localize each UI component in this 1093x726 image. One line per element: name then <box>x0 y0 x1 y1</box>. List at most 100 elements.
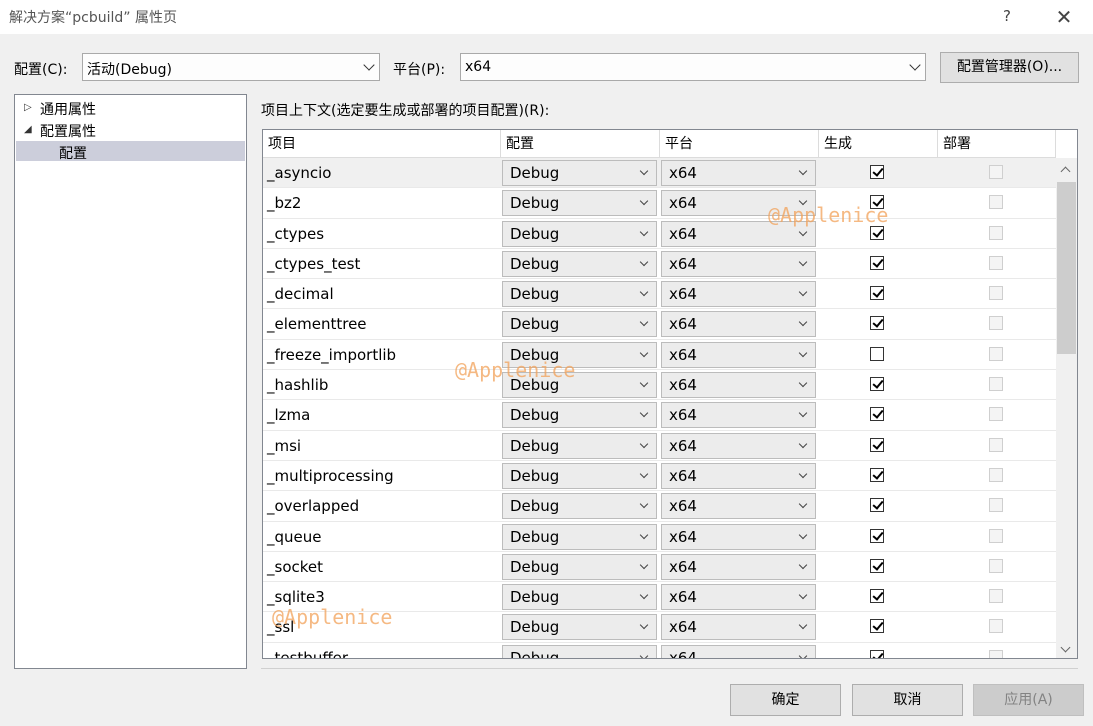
expand-arrow-icon[interactable]: ▷ <box>24 102 32 113</box>
row-config-dropdown[interactable]: Debug <box>502 190 657 217</box>
build-checkbox[interactable] <box>870 225 884 240</box>
build-checkbox[interactable] <box>870 407 884 422</box>
table-row[interactable]: _freeze_importlib Debug x64 <box>263 340 1056 371</box>
row-platform-value: x64 <box>669 224 697 243</box>
row-config-dropdown[interactable]: Debug <box>502 311 657 338</box>
project-name: _ctypes_test <box>267 254 361 273</box>
row-platform-dropdown[interactable]: x64 <box>661 160 816 186</box>
ok-button[interactable]: 确定 <box>730 684 841 716</box>
row-platform-dropdown[interactable]: x64 <box>661 402 816 429</box>
row-platform-dropdown[interactable]: x64 <box>661 553 816 580</box>
watermark: @Applenice <box>272 605 393 629</box>
row-config-value: Debug <box>510 285 560 304</box>
row-config-dropdown[interactable]: Debug <box>502 644 657 658</box>
row-config-value: Debug <box>510 164 560 182</box>
row-config-value: Debug <box>510 588 560 607</box>
build-checkbox[interactable] <box>870 498 884 513</box>
vertical-scrollbar[interactable] <box>1056 158 1077 658</box>
row-config-dropdown[interactable]: Debug <box>502 553 657 580</box>
build-checkbox[interactable] <box>870 589 884 604</box>
row-platform-dropdown[interactable]: x64 <box>661 372 816 399</box>
row-platform-dropdown[interactable]: x64 <box>661 432 816 459</box>
table-row[interactable]: _elementtree Debug x64 <box>263 309 1056 340</box>
apply-button[interactable]: 应用(A) <box>973 684 1084 716</box>
chevron-down-icon <box>363 59 375 71</box>
cancel-button[interactable]: 取消 <box>852 684 963 716</box>
config-manager-button[interactable]: 配置管理器(O)... <box>940 52 1079 83</box>
row-config-dropdown[interactable]: Debug <box>502 402 657 429</box>
close-button[interactable]: ✕ <box>1046 0 1082 34</box>
row-config-dropdown[interactable]: Debug <box>502 250 657 277</box>
deploy-checkbox <box>989 649 1003 658</box>
build-checkbox[interactable] <box>870 649 884 658</box>
row-platform-dropdown[interactable]: x64 <box>661 250 816 277</box>
row-platform-value: x64 <box>669 527 697 546</box>
table-row[interactable]: _msi Debug x64 <box>263 431 1056 461</box>
table-row[interactable]: _bz2 Debug x64 <box>263 188 1056 219</box>
platform-dropdown[interactable]: x64 <box>460 53 926 81</box>
project-name: _testbuffer <box>267 648 349 659</box>
scroll-up-icon[interactable] <box>1060 166 1071 177</box>
chevron-down-icon <box>639 166 649 176</box>
tree-item-common-properties[interactable]: 通用属性 <box>40 99 96 119</box>
build-checkbox[interactable] <box>870 437 884 452</box>
table-row[interactable]: _decimal Debug x64 <box>263 279 1056 310</box>
deploy-checkbox <box>989 346 1003 361</box>
table-row[interactable]: _ctypes Debug x64 <box>263 219 1056 249</box>
config-dropdown[interactable]: 活动(Debug) <box>82 53 380 81</box>
build-checkbox[interactable] <box>870 346 884 361</box>
row-platform-dropdown[interactable]: x64 <box>661 644 816 658</box>
build-checkbox[interactable] <box>870 255 884 270</box>
build-checkbox[interactable] <box>870 286 884 301</box>
row-config-dropdown[interactable]: Debug <box>502 523 657 550</box>
row-config-dropdown[interactable]: Debug <box>502 220 657 247</box>
row-config-dropdown[interactable]: Debug <box>502 281 657 308</box>
grid-header: 项目 配置 平台 生成 部署 <box>263 130 1056 158</box>
row-platform-dropdown[interactable]: x64 <box>661 493 816 520</box>
row-config-dropdown[interactable]: Debug <box>502 160 657 186</box>
column-header-config[interactable]: 配置 <box>501 130 660 158</box>
row-config-value: Debug <box>510 466 560 485</box>
row-platform-dropdown[interactable]: x64 <box>661 311 816 338</box>
table-row[interactable]: _multiprocessing Debug x64 <box>263 461 1056 492</box>
collapse-arrow-icon[interactable]: ◢ <box>24 124 32 135</box>
row-platform-dropdown[interactable]: x64 <box>661 523 816 550</box>
row-config-dropdown[interactable]: Debug <box>502 432 657 459</box>
table-row[interactable]: _lzma Debug x64 <box>263 400 1056 431</box>
build-checkbox[interactable] <box>870 165 884 179</box>
table-row[interactable]: _testbuffer Debug x64 <box>263 643 1056 659</box>
column-header-deploy[interactable]: 部署 <box>938 130 1056 158</box>
row-config-dropdown[interactable]: Debug <box>502 462 657 489</box>
row-config-dropdown[interactable]: Debug <box>502 493 657 520</box>
column-header-platform[interactable]: 平台 <box>660 130 819 158</box>
row-platform-dropdown[interactable]: x64 <box>661 584 816 611</box>
row-config-dropdown[interactable]: Debug <box>502 584 657 611</box>
row-config-value: Debug <box>510 497 560 516</box>
tree-item-config-properties[interactable]: 配置属性 <box>40 121 96 141</box>
row-platform-dropdown[interactable]: x64 <box>661 281 816 308</box>
tree-item-configuration[interactable]: 配置 <box>59 143 87 163</box>
column-header-build[interactable]: 生成 <box>819 130 938 158</box>
build-checkbox[interactable] <box>870 619 884 634</box>
row-platform-dropdown[interactable]: x64 <box>661 614 816 641</box>
build-checkbox[interactable] <box>870 316 884 331</box>
row-config-dropdown[interactable]: Debug <box>502 614 657 641</box>
table-row[interactable]: _asyncio Debug x64 <box>263 158 1056 189</box>
column-header-project[interactable]: 项目 <box>263 130 501 158</box>
row-platform-dropdown[interactable]: x64 <box>661 341 816 368</box>
table-row[interactable]: _ctypes_test Debug x64 <box>263 249 1056 280</box>
build-checkbox[interactable] <box>870 377 884 392</box>
help-button[interactable]: ? <box>990 0 1024 34</box>
row-platform-dropdown[interactable]: x64 <box>661 462 816 489</box>
table-row[interactable]: _queue Debug x64 <box>263 522 1056 552</box>
scroll-thumb[interactable] <box>1057 182 1076 354</box>
build-checkbox[interactable] <box>870 467 884 482</box>
config-dropdown-value: 活动(Debug) <box>87 62 172 78</box>
scroll-down-icon[interactable] <box>1060 642 1071 653</box>
table-row[interactable]: _overlapped Debug x64 <box>263 491 1056 522</box>
table-row[interactable]: _socket Debug x64 <box>263 552 1056 583</box>
build-checkbox[interactable] <box>870 558 884 573</box>
table-row[interactable]: _hashlib Debug x64 <box>263 370 1056 401</box>
row-platform-value: x64 <box>669 557 697 576</box>
build-checkbox[interactable] <box>870 528 884 543</box>
